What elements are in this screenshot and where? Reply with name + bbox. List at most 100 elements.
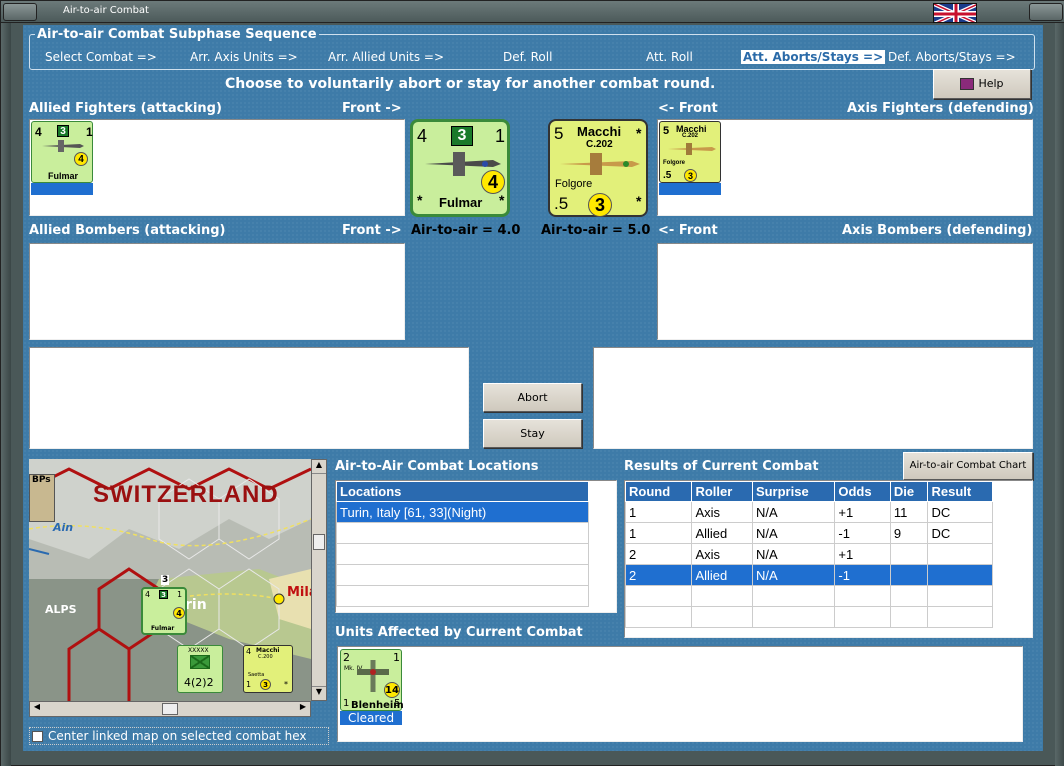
result-row-selected[interactable]: 2 Allied N/A -1 bbox=[624, 564, 993, 586]
window-title: Air-to-air Combat bbox=[63, 5, 149, 16]
combat-chart-button[interactable]: Air-to-air Combat Chart bbox=[903, 452, 1033, 480]
stay-button[interactable]: Stay bbox=[483, 419, 582, 448]
scroll-thumb-v[interactable] bbox=[313, 534, 325, 550]
results-table: Round Roller Surprise Odds Die Result 1A… bbox=[624, 481, 993, 628]
cell bbox=[889, 543, 929, 565]
close-button[interactable] bbox=[1029, 3, 1063, 21]
allied-fighter-counter[interactable]: 4 3 1 4 Fulmar bbox=[31, 121, 93, 183]
stack-move: 1 bbox=[177, 590, 183, 599]
step-att-roll: Att. Roll bbox=[646, 50, 693, 64]
step-arr-axis: Arr. Axis Units => bbox=[190, 50, 298, 64]
infantry-icon bbox=[190, 655, 210, 669]
axis-fighter-counter[interactable]: 5 Macchi C.202 Folgore .5 3 bbox=[659, 121, 721, 183]
blenheim-counter[interactable]: 2 1 Mk. IV 14 1 Blenheim 5 bbox=[340, 649, 404, 711]
cell: DC bbox=[927, 522, 993, 544]
results-title: Results of Current Combat bbox=[624, 459, 819, 474]
step-def-roll: Def. Roll bbox=[503, 50, 553, 64]
abort-button[interactable]: Abort bbox=[483, 383, 582, 412]
allied-bombers-label: Allied Bombers (attacking) bbox=[29, 223, 226, 238]
bps-counter[interactable]: BPs bbox=[29, 474, 55, 522]
stack-attack: 4 bbox=[246, 647, 252, 656]
map-italian-army[interactable]: XXXXX 4(2)2 bbox=[177, 645, 223, 693]
counter-range: 3 bbox=[684, 169, 697, 182]
fulmar-plane-icon bbox=[42, 140, 84, 152]
unit-bottom-right: 5 bbox=[394, 698, 401, 709]
allied-info-box bbox=[29, 347, 469, 449]
window-frame: Air-to-air Combat Air-to-air Combat Subp… bbox=[0, 0, 1064, 766]
allied-fighters-box[interactable]: 4 3 1 4 Fulmar bbox=[29, 119, 405, 216]
unit-attack: 2 bbox=[343, 651, 350, 664]
affected-title: Units Affected by Current Combat bbox=[335, 625, 583, 640]
scroll-up-icon[interactable]: ▲ bbox=[312, 460, 326, 474]
map-horizontal-scrollbar[interactable]: ◀ ▶ bbox=[29, 701, 311, 717]
unit-status: Cleared bbox=[340, 711, 402, 725]
cell: 11 bbox=[889, 501, 929, 523]
location-row[interactable]: Turin, Italy [61, 33](Night) bbox=[336, 501, 589, 523]
cell: 2 bbox=[624, 564, 693, 586]
location-row-empty bbox=[336, 543, 589, 565]
large-pilot: Folgore bbox=[555, 178, 593, 190]
cell: +1 bbox=[834, 543, 891, 565]
cell: N/A bbox=[751, 564, 836, 586]
cell: 1 bbox=[624, 522, 693, 544]
front-right-label: Front -> bbox=[342, 101, 402, 116]
axis-info-box bbox=[593, 347, 1033, 449]
result-row-empty bbox=[624, 606, 993, 628]
map-allied-stack[interactable]: 4 3 1 4 Fulmar bbox=[141, 587, 187, 635]
stack-count: 3 bbox=[161, 575, 170, 585]
map-macchi-stack[interactable]: 4 Macchi C.200 Saetta 1 3 * bbox=[243, 645, 293, 693]
cell: +1 bbox=[834, 501, 891, 523]
cell: 1 bbox=[624, 501, 693, 523]
map-alps: ALPS bbox=[45, 603, 77, 616]
location-row-empty bbox=[336, 564, 589, 586]
axis-bombers-box[interactable] bbox=[657, 243, 1033, 340]
linked-map[interactable]: BPs SWITZERLAND Ain ALPS rin Mila 4 3 1 … bbox=[29, 459, 311, 701]
map-vertical-scrollbar[interactable]: ▲ ▼ bbox=[311, 459, 327, 701]
result-row[interactable]: 1 Allied N/A -1 9 DC bbox=[624, 522, 993, 544]
minimize-button[interactable] bbox=[3, 3, 37, 21]
stack-range: 3 bbox=[260, 679, 271, 690]
result-row[interactable]: 2 Axis N/A +1 bbox=[624, 543, 993, 565]
cell bbox=[927, 543, 993, 565]
front-left-label: <- Front bbox=[658, 101, 718, 116]
large-star: * bbox=[417, 192, 423, 208]
locations-list[interactable]: Locations Turin, Italy [61, 33](Night) bbox=[335, 480, 617, 613]
locations-table: Locations Turin, Italy [61, 33](Night) bbox=[336, 481, 589, 607]
counter-range: 4 bbox=[74, 152, 88, 166]
affected-box[interactable]: 2 1 Mk. IV 14 1 Blenheim 5 Cleared bbox=[337, 646, 1023, 742]
bps-text: BPs bbox=[32, 475, 51, 485]
axis-large-counter: 5 Macchi C.202 * Folgore .5 3 * bbox=[548, 119, 648, 217]
header-round: Round bbox=[624, 481, 693, 502]
step-def-aborts: Def. Aborts/Stays => bbox=[888, 50, 1016, 64]
scroll-down-icon[interactable]: ▼ bbox=[312, 686, 326, 700]
axis-fighters-label: Axis Fighters (defending) bbox=[847, 101, 1034, 116]
large-name: Fulmar bbox=[439, 195, 483, 210]
center-map-option[interactable]: Center linked map on selected combat hex bbox=[29, 727, 329, 745]
results-box[interactable]: Round Roller Surprise Odds Die Result 1A… bbox=[624, 480, 1033, 638]
allied-bombers-box[interactable] bbox=[29, 243, 405, 340]
axis-fighters-box[interactable]: 5 Macchi C.202 Folgore .5 3 bbox=[657, 119, 1033, 216]
counter-defense: 3 bbox=[57, 125, 69, 137]
stack-model: C.200 bbox=[258, 654, 273, 660]
large-range: 4 bbox=[481, 170, 505, 194]
army-strength: 4(2)2 bbox=[184, 676, 214, 689]
large-attack: 5 bbox=[554, 124, 564, 143]
scroll-thumb-h[interactable] bbox=[162, 703, 178, 715]
unit-range: 14 bbox=[384, 682, 400, 698]
scroll-right-icon[interactable]: ▶ bbox=[296, 702, 310, 716]
result-row[interactable]: 1 Axis N/A +1 11 DC bbox=[624, 501, 993, 523]
axis-fighter-selected-bar bbox=[659, 183, 721, 195]
right-border bbox=[1055, 23, 1064, 766]
front-right-label-2: Front -> bbox=[342, 223, 402, 238]
scroll-left-icon[interactable]: ◀ bbox=[30, 702, 44, 716]
allied-fighter-selected-bar bbox=[31, 183, 93, 195]
large-star: * bbox=[636, 193, 642, 209]
result-row-empty bbox=[624, 585, 993, 607]
macchi-large-plane-icon bbox=[560, 153, 640, 175]
language-flag-icon[interactable] bbox=[933, 3, 977, 23]
cell bbox=[927, 564, 993, 586]
stack-bottom-left: 1 bbox=[246, 680, 252, 689]
help-button[interactable]: Help bbox=[933, 69, 1031, 99]
center-map-checkbox[interactable] bbox=[32, 731, 43, 742]
sequence-title: Air-to-air Combat Subphase Sequence bbox=[35, 27, 319, 42]
